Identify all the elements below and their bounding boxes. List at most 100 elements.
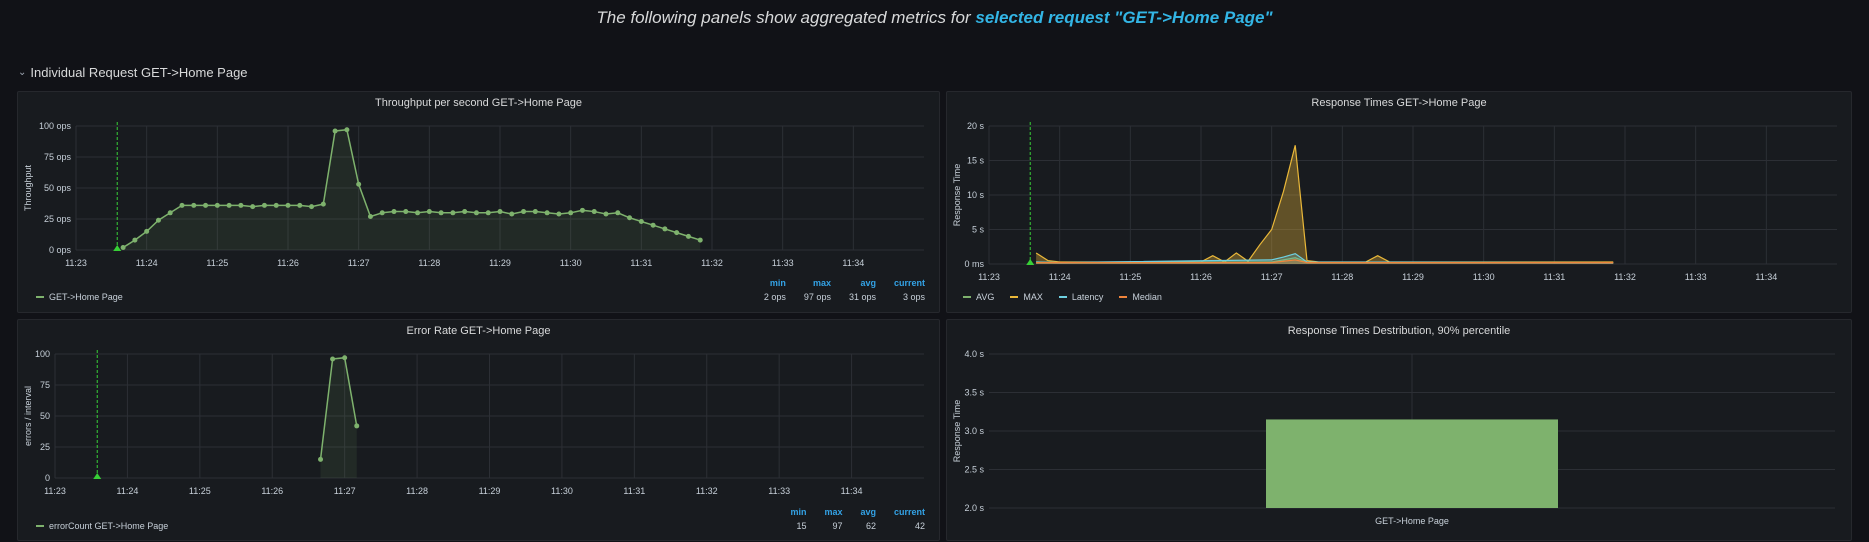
legend-label: Latency bbox=[1071, 292, 1104, 302]
stat-header-avg[interactable]: avg bbox=[842, 507, 876, 517]
x-tick-label: 11:26 bbox=[261, 486, 283, 496]
data-point bbox=[330, 356, 336, 362]
y-tick-label: 3.0 s bbox=[964, 426, 984, 436]
series-area-get-home-page bbox=[123, 129, 701, 250]
x-tick-label: 11:34 bbox=[1755, 272, 1777, 282]
legend-swatch bbox=[1010, 296, 1019, 298]
x-category-label: GET->Home Page bbox=[1375, 516, 1449, 526]
response-distribution-chart[interactable]: 2.0 s 2.5 s 3.0 s 3.5 s 4.0 s Response Time GE… bbox=[947, 320, 1852, 541]
error-rate-panel[interactable]: Error Rate GET->Home Page 0 25 50 75 100 11:2… bbox=[17, 319, 940, 541]
data-point bbox=[591, 209, 597, 215]
x-tick-label: 11:24 bbox=[116, 486, 138, 496]
response-times-chart[interactable]: 0 ms 5 s 10 s 15 s 20 s 11:23 11:24 11:25 11:26 1… bbox=[947, 92, 1852, 313]
y-tick-label: 20 s bbox=[967, 121, 985, 131]
y-tick-label: 0 ms bbox=[964, 259, 984, 269]
legend-label: MAX bbox=[1023, 292, 1043, 302]
data-point bbox=[379, 210, 385, 216]
data-point bbox=[662, 226, 668, 232]
stat-header-max[interactable]: max bbox=[806, 507, 842, 517]
legend-label: GET->Home Page bbox=[49, 292, 123, 302]
x-tick-label: 11:25 bbox=[1119, 272, 1141, 282]
data-point bbox=[342, 355, 348, 361]
x-tick-label: 11:28 bbox=[1331, 272, 1353, 282]
legend-stats: min max avg current 15 97 62 42 bbox=[772, 507, 925, 531]
annotation-marker bbox=[113, 245, 122, 251]
legend-stats: min max avg current 2 ops 97 ops 31 ops … bbox=[746, 278, 925, 302]
stat-header-min[interactable]: min bbox=[772, 507, 806, 517]
legend-item-median[interactable]: Median bbox=[1119, 292, 1162, 302]
x-tick-label: 11:24 bbox=[1049, 272, 1071, 282]
data-point bbox=[120, 245, 126, 251]
y-tick-label: 0 ops bbox=[49, 245, 72, 255]
data-point bbox=[309, 204, 315, 210]
data-point bbox=[685, 233, 691, 239]
stat-value-min: 15 bbox=[796, 521, 807, 531]
data-point bbox=[473, 210, 479, 216]
stat-header-max[interactable]: max bbox=[786, 278, 831, 288]
y-tick-label: 50 bbox=[40, 411, 50, 421]
annotation-marker bbox=[1026, 259, 1035, 265]
data-point bbox=[568, 210, 574, 216]
data-point bbox=[132, 237, 138, 243]
data-point bbox=[285, 202, 291, 208]
series-area-max bbox=[1036, 145, 1614, 264]
chevron-down-icon: ⌄ bbox=[18, 67, 27, 78]
stat-header-current[interactable]: current bbox=[876, 507, 925, 517]
x-tick-label: 11:30 bbox=[551, 486, 573, 496]
row-header-individual-request[interactable]: ⌄ Individual Request GET->Home Page bbox=[18, 65, 248, 80]
banner-text: The following panels show aggregated met… bbox=[596, 8, 971, 27]
response-distribution-panel[interactable]: Response Times Destribution, 90% percent… bbox=[946, 319, 1852, 541]
x-tick-label: 11:28 bbox=[406, 486, 428, 496]
stat-value-min: 2 ops bbox=[763, 292, 786, 302]
row-title: Individual Request GET->Home Page bbox=[30, 65, 248, 80]
data-point bbox=[238, 202, 244, 208]
legend-item-get-home-page[interactable]: GET->Home Page bbox=[36, 292, 123, 302]
y-tick-label: 50 ops bbox=[44, 183, 72, 193]
data-point bbox=[155, 217, 161, 223]
bar-get-home-page bbox=[1266, 419, 1558, 508]
data-point bbox=[497, 209, 503, 215]
data-point bbox=[627, 215, 633, 221]
y-tick-label: 25 bbox=[40, 442, 50, 452]
legend-item-latency[interactable]: Latency bbox=[1058, 292, 1104, 302]
data-point bbox=[532, 209, 538, 215]
y-tick-label: 100 ops bbox=[39, 121, 72, 131]
x-tick-label: 11:34 bbox=[842, 258, 864, 268]
dashboard-banner: The following panels show aggregated met… bbox=[0, 8, 1869, 28]
legend-swatch bbox=[36, 296, 44, 298]
data-point bbox=[450, 210, 456, 216]
x-tick-label: 11:31 bbox=[630, 258, 652, 268]
legend-item-max[interactable]: MAX bbox=[1010, 292, 1043, 302]
response-times-panel[interactable]: Response Times GET->Home Page 0 ms 5 s 10 … bbox=[946, 91, 1852, 313]
stat-value-current: 3 ops bbox=[902, 292, 925, 302]
x-tick-label: 11:30 bbox=[1473, 272, 1495, 282]
y-axis-label: Response Time bbox=[952, 400, 962, 463]
legend-item-avg[interactable]: AVG bbox=[963, 292, 994, 302]
x-tick-label: 11:33 bbox=[772, 258, 794, 268]
x-tick-label: 11:23 bbox=[44, 486, 66, 496]
data-point bbox=[391, 209, 397, 215]
annotation-marker bbox=[93, 473, 102, 479]
x-tick-label: 11:31 bbox=[1543, 272, 1565, 282]
stat-header-current[interactable]: current bbox=[876, 278, 925, 288]
data-point bbox=[318, 456, 324, 462]
throughput-panel[interactable]: Throughput per second GET->Home Page 0 o… bbox=[17, 91, 940, 313]
data-point bbox=[354, 423, 360, 429]
x-tick-label: 11:29 bbox=[489, 258, 511, 268]
x-tick-label: 11:29 bbox=[479, 486, 501, 496]
data-point bbox=[332, 128, 338, 134]
stat-header-avg[interactable]: avg bbox=[831, 278, 876, 288]
legend-swatch bbox=[963, 296, 971, 298]
data-point bbox=[320, 201, 326, 207]
y-tick-label: 15 s bbox=[967, 156, 985, 166]
data-point bbox=[191, 202, 197, 208]
y-tick-label: 75 bbox=[40, 380, 50, 390]
legend-item-errorcount[interactable]: errorCount GET->Home Page bbox=[36, 521, 168, 531]
banner-request-link[interactable]: selected request "GET->Home Page" bbox=[975, 8, 1272, 27]
stat-header-min[interactable]: min bbox=[746, 278, 786, 288]
y-tick-label: 5 s bbox=[972, 225, 985, 235]
data-point bbox=[426, 209, 432, 215]
y-tick-label: 25 ops bbox=[44, 214, 72, 224]
x-tick-label: 11:27 bbox=[348, 258, 370, 268]
data-point bbox=[650, 222, 656, 228]
